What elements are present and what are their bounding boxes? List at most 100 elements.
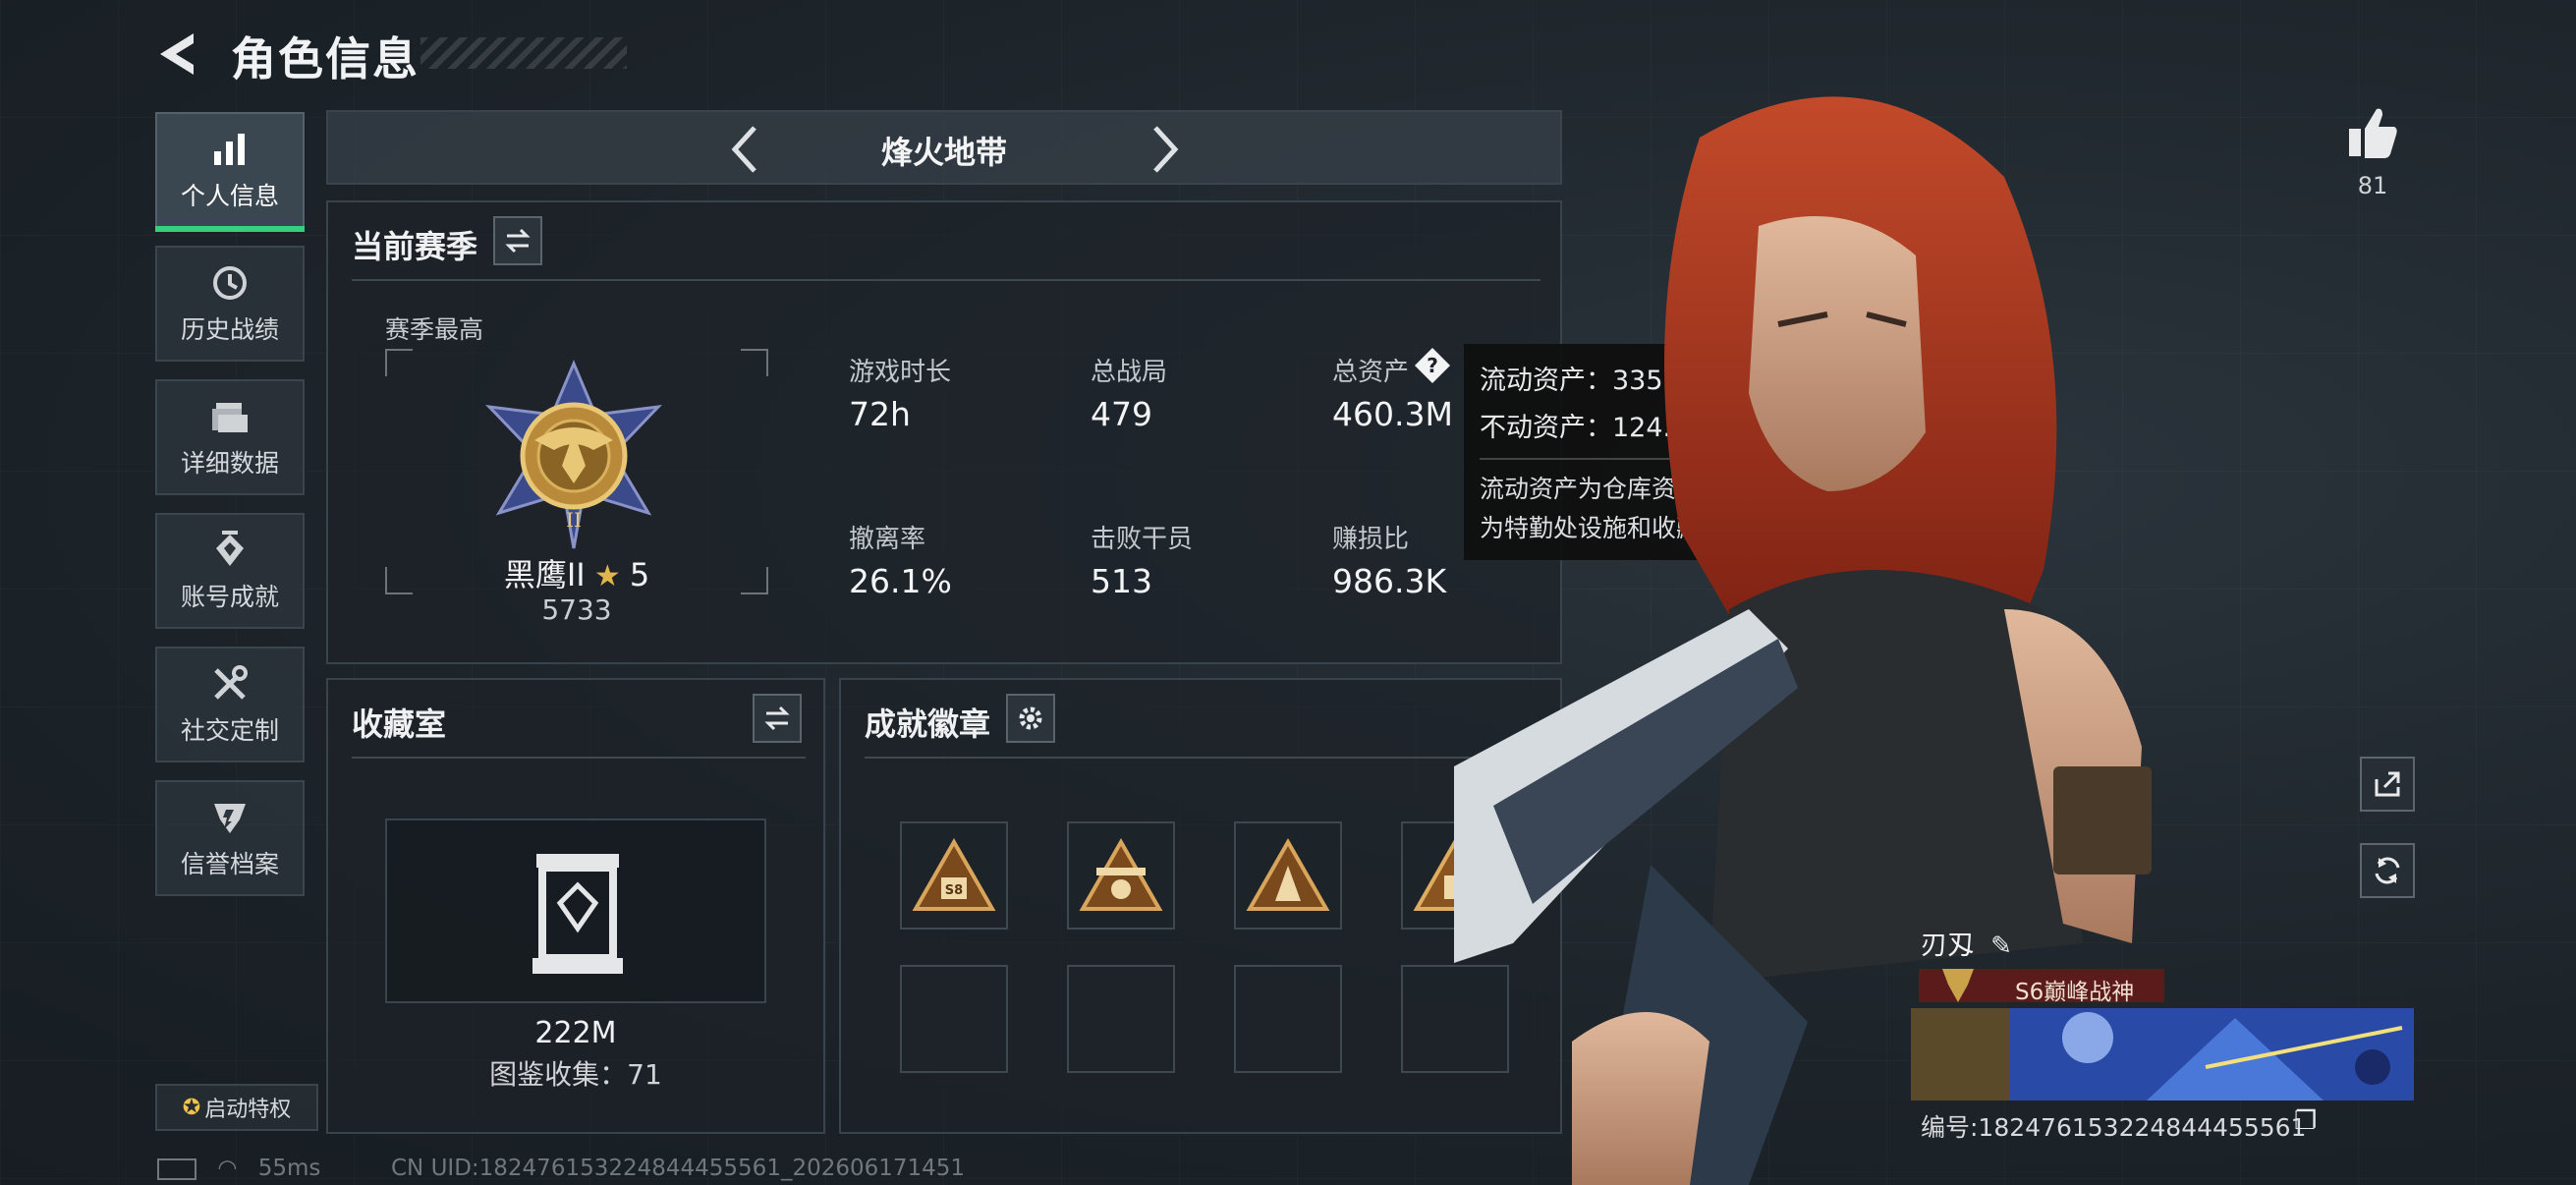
season-best-label: 赛季最高 <box>385 315 484 344</box>
display-cabinet-icon <box>532 854 623 974</box>
stat-value-total-matches: 479 <box>1091 395 1152 433</box>
history-icon <box>213 266 247 300</box>
stat-value-total-assets: 460.3M <box>1332 395 1453 433</box>
total-assets-help-button[interactable]: ? <box>1413 346 1452 385</box>
achievements-title: 成就徽章 <box>865 705 991 743</box>
thumbs-up-icon <box>2349 108 2397 158</box>
stat-label-extraction-rate: 撤离率 <box>849 525 926 554</box>
frame-corner <box>741 349 768 376</box>
back-arrow-icon <box>160 33 194 75</box>
achievements-settings-button[interactable] <box>1006 694 1055 743</box>
svg-text:II: II <box>566 508 582 532</box>
player-name-row: 刃刄 ✎ <box>1921 924 2012 962</box>
achievement-badge-slot[interactable] <box>1234 821 1342 930</box>
share-icon <box>2375 771 2400 797</box>
share-button[interactable] <box>2360 757 2415 812</box>
player-title: S6巅峰战神 <box>2015 980 2135 1005</box>
achievement-icon <box>216 531 244 566</box>
nav-item-reputation[interactable]: 信誉档案 <box>155 780 305 896</box>
stat-label-profit-ratio: 赚损比 <box>1332 525 1410 554</box>
achievement-badge-slot[interactable] <box>1067 821 1175 930</box>
ping-value: 55ms <box>257 1156 321 1181</box>
title-decoration <box>420 37 627 69</box>
star-icon: ★ <box>593 559 621 593</box>
triangle-badge-icon: S8 <box>912 838 996 911</box>
uid-text: CN UID:182476153224844455561_20260617145… <box>391 1156 966 1181</box>
mode-next-button[interactable] <box>1136 122 1191 177</box>
season-title: 当前赛季 <box>352 228 478 265</box>
stat-label-total-matches: 总战局 <box>1091 358 1168 387</box>
nav-label: 历史战绩 <box>180 315 279 344</box>
nav-item-history[interactable]: 历史战绩 <box>155 246 305 362</box>
privilege-icon: ✪ <box>182 1095 201 1120</box>
privilege-label: 启动特权 <box>204 1098 292 1122</box>
svg-text:?: ? <box>1427 354 1438 377</box>
stat-value-playtime: 72h <box>849 395 911 433</box>
achievement-badge-slot-empty[interactable] <box>1067 965 1175 1073</box>
nav-item-personal-info[interactable]: 个人信息 <box>155 112 305 232</box>
triangle-badge-icon <box>1246 838 1330 911</box>
switch-icon <box>505 228 531 254</box>
nav-label: 详细数据 <box>180 449 279 478</box>
rank-info: 黑鹰II ★ 5 <box>385 550 768 595</box>
stat-value-profit-ratio: 986.3K <box>1332 562 1447 600</box>
collection-value: 222M <box>534 1016 617 1050</box>
bar-chart-icon <box>214 134 245 165</box>
page-title: 角色信息 <box>231 32 420 85</box>
switch-icon <box>764 705 790 731</box>
stat-label-operators-defeated: 击败干员 <box>1091 525 1194 554</box>
folder-icon <box>212 403 248 432</box>
achievement-badge-slot-empty[interactable] <box>1234 965 1342 1073</box>
triangle-badge-icon <box>1079 838 1163 911</box>
collection-display-card[interactable] <box>385 818 766 1003</box>
divider <box>352 279 1540 281</box>
nav-label: 账号成就 <box>180 583 279 611</box>
collection-title: 收藏室 <box>352 705 447 743</box>
achievement-badge-slot-empty[interactable] <box>900 965 1008 1073</box>
player-name: 刃刄 <box>1921 931 1974 961</box>
chevron-right-icon <box>1153 126 1179 173</box>
stat-value-operators-defeated: 513 <box>1091 562 1152 600</box>
frame-corner <box>385 349 413 376</box>
copy-id-button[interactable]: ❐ <box>2294 1106 2317 1136</box>
question-icon: ? <box>1415 348 1450 383</box>
back-button[interactable] <box>152 28 205 81</box>
stat-label-playtime: 游戏时长 <box>849 358 952 387</box>
nav-label: 社交定制 <box>180 716 279 745</box>
stat-label-total-assets: 总资产 <box>1332 358 1410 387</box>
refresh-button[interactable] <box>2360 843 2415 898</box>
tools-icon <box>214 665 248 700</box>
refresh-icon <box>2375 857 2400 884</box>
like-count: 81 <box>2357 172 2388 199</box>
edit-name-button[interactable]: ✎ <box>1990 931 2012 961</box>
season-switch-button[interactable] <box>493 216 542 265</box>
nav-item-social-customization[interactable]: 社交定制 <box>155 647 305 762</box>
nav-item-account-achievements[interactable]: 账号成就 <box>155 513 305 629</box>
collection-switch-button[interactable] <box>753 694 802 743</box>
rank-name: 黑鹰II <box>503 556 586 593</box>
mode-label: 烽火地带 <box>880 134 1007 171</box>
nav-item-detailed-data[interactable]: 详细数据 <box>155 379 305 495</box>
like-button[interactable] <box>2343 103 2402 162</box>
rank-stars: 5 <box>629 556 650 593</box>
wifi-icon: ◠ <box>217 1156 238 1181</box>
badge-text: S8 <box>945 883 963 898</box>
reputation-icon <box>214 804 246 833</box>
battery-icon <box>157 1157 196 1180</box>
rank-score: 5733 <box>541 593 612 626</box>
player-id: 编号:182476153224844455561 <box>1921 1113 2307 1142</box>
divider <box>352 757 806 759</box>
player-banner <box>1911 1008 2414 1100</box>
status-bar: ◠ 55ms <box>157 1156 320 1181</box>
gear-icon <box>1019 706 1042 730</box>
divider <box>865 757 1542 759</box>
nav-label: 个人信息 <box>180 182 279 210</box>
achievement-badge-slot[interactable]: S8 <box>900 821 1008 930</box>
start-privilege-button[interactable]: ✪ 启动特权 <box>155 1084 318 1131</box>
nav-label: 信誉档案 <box>180 850 279 878</box>
title-emblem-icon <box>1942 969 1974 1002</box>
stat-value-extraction-rate: 26.1% <box>849 562 952 600</box>
player-profile-card: 刃刄 ✎ S6巅峰战神 编号:182476153224844455561 ❐ <box>1911 924 2414 1150</box>
collection-catalog-count: 图鉴收集：71 <box>489 1058 662 1091</box>
black-hawk-rank-emblem: II <box>484 360 663 549</box>
